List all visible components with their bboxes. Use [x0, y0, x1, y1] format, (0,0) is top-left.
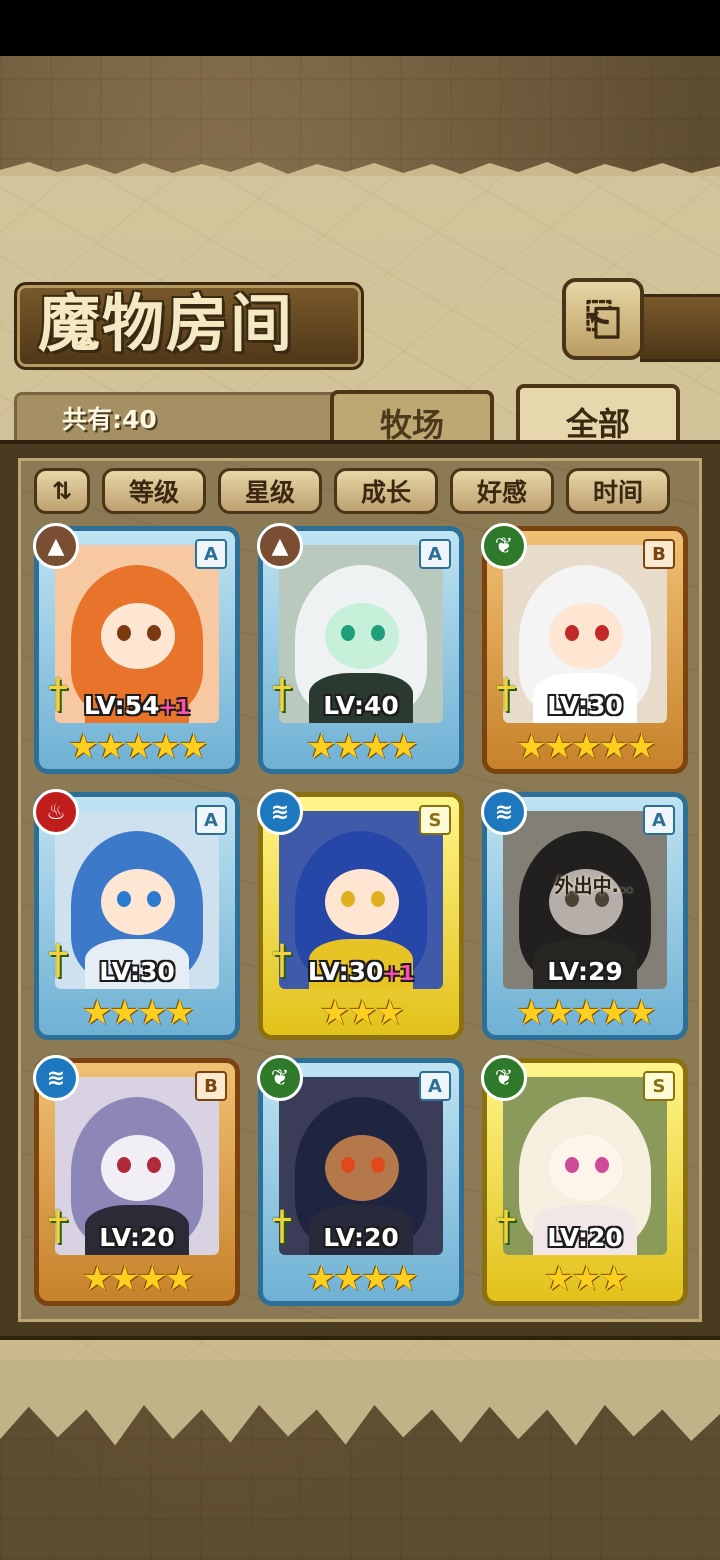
water-element-icon: ≋ [481, 789, 527, 835]
sort-growth-button[interactable]: 成长 [334, 468, 438, 514]
level-label: LV:20 [99, 1223, 175, 1252]
sort-level-button[interactable]: 等级 [102, 468, 206, 514]
back-button[interactable]: ⎗ [562, 278, 644, 360]
monster-card[interactable]: ❦ S † LV:20 ★★★ [481, 1055, 688, 1306]
water-element-icon: ≋ [33, 1055, 79, 1101]
monster-card[interactable]: ❦ B † LV:30 ★★★★★ [481, 523, 688, 774]
monster-card[interactable]: ♨ A † LV:30 ★★★★ [33, 789, 240, 1040]
rank-badge: A [195, 539, 227, 569]
monster-count: 共有:40 [62, 405, 157, 434]
star-rating: ★★★★ [82, 993, 195, 1033]
rank-badge: A [195, 805, 227, 835]
earth-element-icon: ▲ [257, 523, 303, 569]
star-rating: ★★★★★ [516, 993, 656, 1033]
fire-element-icon: ♨ [33, 789, 79, 835]
rank-badge: A [419, 1071, 451, 1101]
game-screen: 魔物房间 ⎗ 共有:40 牧场 全部 ⇅ 等级 星级 成长 好感 时间 ▲ A … [0, 0, 720, 1560]
star-rating: ★★★★★ [516, 727, 656, 767]
monster-card[interactable]: 外出中... ≋ A LV:29 ★★★★★ [481, 789, 688, 1040]
wood-element-icon: ❦ [257, 1055, 303, 1101]
monster-card[interactable]: ▲ A † LV:40 ★★★★ [257, 523, 464, 774]
wood-element-icon: ❦ [481, 1055, 527, 1101]
star-rating: ★★★★ [306, 727, 419, 767]
rank-badge: B [643, 539, 675, 569]
rank-badge: S [643, 1071, 675, 1101]
star-rating: ★★★★ [306, 1259, 419, 1299]
level-label: LV:20 [547, 1223, 623, 1252]
sort-order-button[interactable]: ⇅ [34, 468, 90, 514]
rank-badge: B [195, 1071, 227, 1101]
rank-badge: A [419, 539, 451, 569]
back-button-strip [640, 294, 720, 362]
star-rating: ★★★★ [82, 1259, 195, 1299]
star-rating: ★★★★★ [68, 727, 208, 767]
level-label: LV:29 [547, 957, 623, 986]
rank-badge: S [419, 805, 451, 835]
level-label: LV:30+1 [307, 957, 415, 986]
water-element-icon: ≋ [257, 789, 303, 835]
level-label: LV:30 [547, 691, 623, 720]
page-title: 魔物房间 [38, 287, 295, 360]
monster-card[interactable]: ≋ B † LV:20 ★★★★ [33, 1055, 240, 1306]
away-status: 外出中... [554, 875, 634, 897]
earth-element-icon: ▲ [33, 523, 79, 569]
monster-card[interactable]: ▲ A † LV:54+1 ★★★★★ [33, 523, 240, 774]
status-bar [0, 0, 720, 56]
level-label: LV:20 [323, 1223, 399, 1252]
level-label: LV:40 [323, 691, 399, 720]
star-rating: ★★★ [543, 1259, 629, 1299]
wood-element-icon: ❦ [481, 523, 527, 569]
sort-affection-button[interactable]: 好感 [450, 468, 554, 514]
sort-star-button[interactable]: 星级 [218, 468, 322, 514]
rank-badge: A [643, 805, 675, 835]
star-rating: ★★★ [319, 993, 405, 1033]
level-label: LV:54+1 [83, 691, 191, 720]
monster-card[interactable]: ≋ S † LV:30+1 ★★★ [257, 789, 464, 1040]
monster-card[interactable]: ❦ A † LV:20 ★★★★ [257, 1055, 464, 1306]
sort-time-button[interactable]: 时间 [566, 468, 670, 514]
sort-order-icon: ⇅ [51, 477, 73, 505]
back-arrow-icon: ⎗ [585, 293, 621, 345]
level-label: LV:30 [99, 957, 175, 986]
